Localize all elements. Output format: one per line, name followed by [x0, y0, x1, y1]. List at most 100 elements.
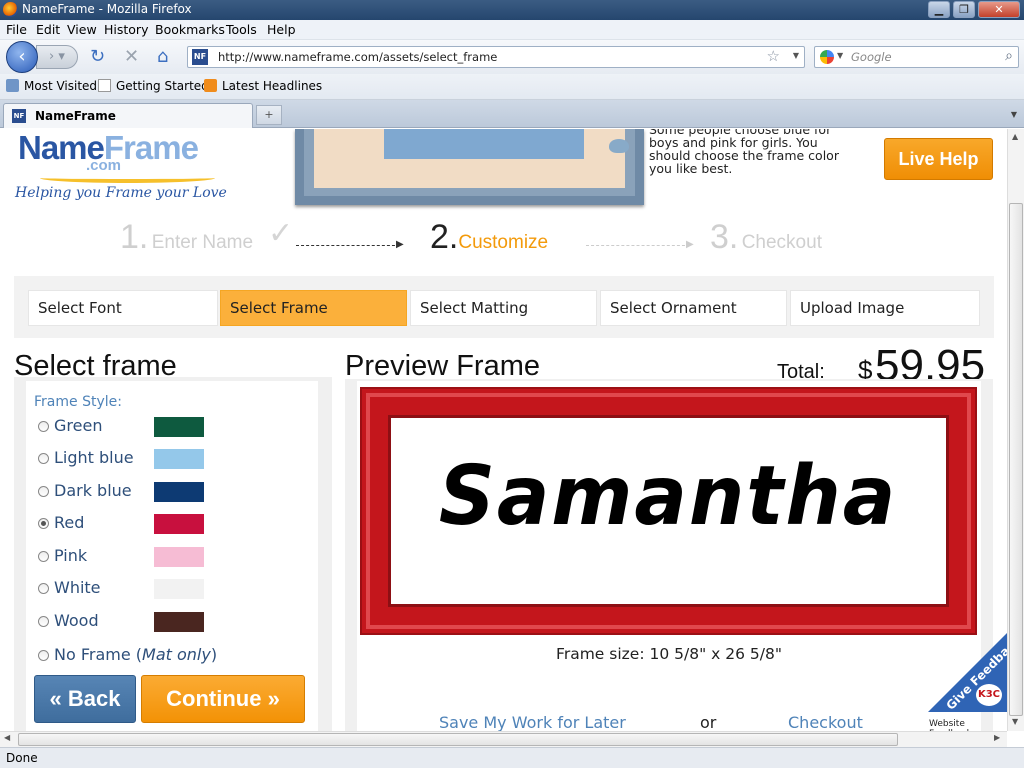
color-swatch[interactable]: [154, 449, 204, 469]
save-work-link[interactable]: Save My Work for Later: [439, 713, 626, 731]
menu-edit[interactable]: Edit: [36, 22, 60, 37]
tab-select-matting[interactable]: Select Matting: [410, 290, 597, 326]
banner-image: [295, 129, 644, 205]
status-text: Done: [6, 751, 38, 765]
reload-icon[interactable]: ↻: [90, 46, 105, 67]
home-icon[interactable]: ⌂: [157, 46, 168, 67]
bookmark-getting-started[interactable]: Getting Started: [98, 79, 209, 93]
frame-option-label: Dark blue: [54, 481, 132, 500]
continue-button[interactable]: Continue »: [141, 675, 305, 723]
radio-button[interactable]: [38, 551, 49, 562]
url-text[interactable]: http://www.nameframe.com/assets/select_f…: [218, 50, 497, 64]
step-enter-name[interactable]: 1. Enter Name: [120, 218, 253, 257]
tab-list-dropdown-icon[interactable]: ▼: [1006, 106, 1022, 124]
firefox-icon: [3, 2, 18, 17]
logo-swoosh: [40, 173, 215, 183]
radio-button[interactable]: [38, 518, 49, 529]
duck-icon: [609, 139, 629, 153]
stop-icon[interactable]: ✕: [124, 46, 139, 67]
window-title: NameFrame - Mozilla Firefox: [22, 2, 192, 16]
site-favicon: NF: [192, 49, 208, 65]
new-tab-button[interactable]: +: [256, 105, 282, 125]
radio-button[interactable]: [38, 616, 49, 627]
step-customize: 2.Customize: [430, 218, 549, 256]
menu-file[interactable]: File: [6, 22, 27, 37]
scroll-up-icon[interactable]: ▲: [1012, 132, 1018, 141]
tab-upload-image[interactable]: Upload Image: [790, 290, 980, 326]
most-visited-icon: [6, 79, 19, 92]
vertical-scrollbar[interactable]: ▲ ▼: [1007, 129, 1024, 731]
radio-button[interactable]: [38, 421, 49, 432]
frame-option-label: Green: [54, 416, 103, 435]
back-button-page[interactable]: « Back: [34, 675, 136, 723]
radio-no-frame[interactable]: [38, 650, 49, 661]
frame-style-label: Frame Style:: [34, 394, 122, 410]
horizontal-scrollbar[interactable]: ◀ ▶: [0, 731, 1007, 747]
color-swatch[interactable]: [154, 547, 204, 567]
bookmark-star-icon[interactable]: ☆: [767, 47, 780, 65]
live-help-button[interactable]: Live Help: [884, 138, 993, 180]
url-bar[interactable]: NF http://www.nameframe.com/assets/selec…: [187, 46, 805, 68]
minimize-button[interactable]: ▁: [928, 1, 950, 18]
scroll-right-icon[interactable]: ▶: [994, 733, 1000, 742]
maximize-button[interactable]: ❐: [953, 1, 975, 18]
frame-option-label: White: [54, 578, 101, 597]
menu-bookmarks[interactable]: Bookmarks: [155, 22, 225, 37]
back-button[interactable]: ‹: [6, 41, 38, 73]
search-input[interactable]: Google: [851, 50, 892, 64]
close-button[interactable]: ✕: [978, 1, 1020, 18]
menu-view[interactable]: View: [67, 22, 97, 37]
menu-tools[interactable]: Tools: [226, 22, 257, 37]
tab-label: NameFrame: [35, 109, 116, 123]
rss-icon: [204, 79, 217, 92]
step-arrow: [586, 245, 690, 246]
frame-option-label: Wood: [54, 611, 99, 630]
arrow-head-icon: ▶: [686, 239, 694, 250]
vertical-scroll-thumb[interactable]: [1009, 203, 1023, 716]
checkmark-icon: ✓: [268, 216, 294, 251]
scroll-left-icon[interactable]: ◀: [4, 733, 10, 742]
frame-option-label: Pink: [54, 546, 88, 565]
bookmark-latest-headlines[interactable]: Latest Headlines: [204, 79, 322, 93]
search-icon[interactable]: ⌕: [1005, 48, 1013, 64]
google-icon[interactable]: [820, 50, 834, 64]
tab-select-font[interactable]: Select Font: [28, 290, 218, 326]
status-bar: Done: [0, 747, 1024, 768]
logo-dotcom: .com: [86, 157, 122, 174]
radio-button[interactable]: [38, 453, 49, 464]
radio-button[interactable]: [38, 583, 49, 594]
search-bar[interactable]: ▼ Google ⌕: [814, 46, 1019, 68]
radio-button[interactable]: [38, 486, 49, 497]
preview-name-text: Samantha: [438, 449, 898, 544]
color-swatch[interactable]: [154, 482, 204, 502]
frame-option-label: Red: [54, 513, 85, 532]
give-feedback-badge[interactable]: Give Feedback K3C: [928, 632, 1007, 712]
tab-select-frame[interactable]: Select Frame: [220, 290, 407, 326]
website-feedback-label[interactable]: Website Feedback: [929, 719, 1007, 731]
menu-history[interactable]: History: [104, 22, 148, 37]
tagline: Helping you Frame your Love: [15, 185, 227, 201]
color-swatch[interactable]: [154, 579, 204, 599]
url-dropdown-icon[interactable]: ▼: [793, 51, 799, 60]
search-engine-dropdown-icon[interactable]: ▼: [837, 51, 843, 60]
scroll-down-icon[interactable]: ▼: [1012, 717, 1018, 726]
step-checkout[interactable]: 3. Checkout: [710, 218, 822, 257]
bookmarks-toolbar: Most Visited Getting Started Latest Head…: [0, 74, 1024, 100]
checkout-link[interactable]: Checkout: [788, 713, 863, 731]
horizontal-scroll-thumb[interactable]: [18, 733, 898, 746]
tab-select-ornament[interactable]: Select Ornament: [600, 290, 787, 326]
forward-button[interactable]: › ▾: [36, 45, 78, 69]
color-swatch[interactable]: [154, 612, 204, 632]
step-arrow: [296, 245, 400, 246]
color-tip: Some people choose blue for boys and pin…: [649, 129, 839, 176]
bookmark-most-visited[interactable]: Most Visited: [6, 79, 97, 93]
menu-help[interactable]: Help: [267, 22, 296, 37]
tab-nameframe[interactable]: NF NameFrame: [3, 103, 253, 128]
or-text: or: [700, 713, 717, 731]
arrow-head-icon: ▶: [396, 239, 404, 250]
title-bar: NameFrame - Mozilla Firefox ▁ ❐ ✕: [0, 0, 1024, 20]
page-icon: [98, 79, 111, 92]
color-swatch[interactable]: [154, 514, 204, 534]
tab-favicon: NF: [12, 109, 26, 123]
color-swatch[interactable]: [154, 417, 204, 437]
